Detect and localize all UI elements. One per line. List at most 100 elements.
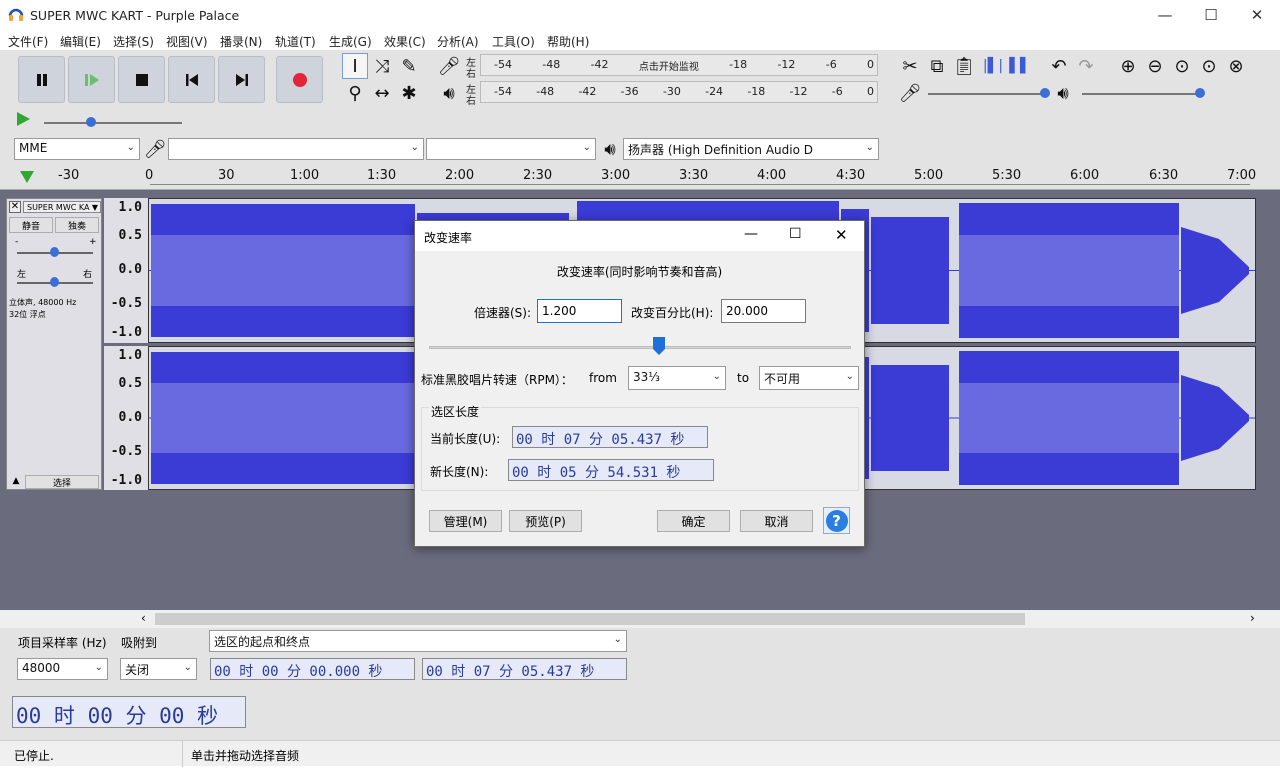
envelope-tool-icon[interactable]: ⤨	[369, 53, 395, 79]
chevron-down-icon: ⌄	[712, 371, 721, 382]
fit-project-icon[interactable]: ⊙	[1196, 53, 1222, 79]
ok-button[interactable]: 确定	[657, 510, 730, 532]
status-right: 单击并拖动选择音频	[191, 749, 300, 763]
manage-button[interactable]: 管理(M)	[429, 510, 502, 532]
timeline-ruler[interactable]: -30 0 30 1:00 1:30 2:00 2:30 3:00 3:30 4…	[0, 166, 1280, 190]
dialog-maximize-button[interactable]: ☐	[789, 226, 802, 242]
playback-volume-slider[interactable]	[1082, 93, 1202, 95]
mute-button[interactable]: 静音	[9, 217, 53, 233]
close-button[interactable]: ✕	[1234, 0, 1280, 30]
scroll-thumb[interactable]	[155, 613, 1025, 625]
cut-icon[interactable]: ✂	[897, 53, 923, 79]
record-icon	[292, 72, 307, 87]
chevron-down-icon: ⌄	[410, 142, 419, 153]
scroll-left-icon[interactable]: ‹	[141, 611, 146, 625]
select-track-button[interactable]: 选择	[25, 475, 99, 489]
dialog-minimize-button[interactable]: —	[744, 226, 758, 242]
mic-icon[interactable]: 🎤︎	[436, 53, 462, 79]
record-volume-slider[interactable]	[928, 93, 1046, 95]
play-at-speed-button[interactable]	[14, 110, 32, 131]
menu-select[interactable]: 选择(S)	[113, 33, 154, 50]
menu-effect[interactable]: 效果(C)	[384, 33, 426, 50]
multi-tool-icon[interactable]: ✱	[396, 80, 422, 106]
pinned-play-head-icon[interactable]	[18, 169, 36, 188]
play-button[interactable]	[68, 56, 115, 103]
speed-slider-thumb[interactable]	[652, 337, 665, 355]
app-logo-icon	[8, 7, 24, 23]
collapse-track-icon[interactable]: ▲	[9, 476, 23, 488]
play-speed-thumb[interactable]	[86, 117, 96, 127]
selection-end-time[interactable]: 00 时 07 分 05.437 秒	[422, 658, 627, 680]
redo-icon[interactable]: ↷	[1073, 53, 1099, 79]
project-rate-select[interactable]: 48000 ⌄	[17, 658, 108, 680]
menu-transport[interactable]: 播录(N)	[220, 33, 262, 50]
zoom-toggle-icon[interactable]: ⊗	[1223, 53, 1249, 79]
pan-thumb[interactable]	[50, 277, 59, 287]
menu-analyze[interactable]: 分析(A)	[437, 33, 479, 50]
rpm-to-select[interactable]: 不可用 ⌄	[759, 366, 859, 390]
new-length-value[interactable]: 00 时 05 分 54.531 秒	[508, 459, 714, 481]
gain-thumb[interactable]	[50, 247, 59, 257]
zoom-out-icon[interactable]: ⊖	[1142, 53, 1168, 79]
solo-button[interactable]: 独奏	[55, 217, 99, 233]
skip-end-button[interactable]	[218, 56, 265, 103]
speed-slider[interactable]	[429, 346, 851, 349]
selection-mode-select[interactable]: 选区的起点和终点 ⌄	[209, 630, 627, 652]
menu-help[interactable]: 帮助(H)	[547, 33, 589, 50]
speaker-icon[interactable]: 🔊︎	[436, 80, 462, 106]
timeshift-tool-icon[interactable]: ↔	[369, 80, 395, 106]
paste-icon[interactable]: 📋︎	[951, 53, 977, 79]
preview-button[interactable]: 预览(P)	[509, 510, 582, 532]
multiplier-input[interactable]: 1.200	[537, 299, 622, 323]
snap-select[interactable]: 关闭 ⌄	[120, 658, 197, 680]
record-button[interactable]	[276, 56, 323, 103]
stop-button[interactable]	[118, 56, 165, 103]
selection-tool-icon[interactable]: I	[342, 53, 368, 79]
help-button[interactable]: ?	[823, 507, 850, 534]
silence-icon[interactable]: ▌▌	[1007, 53, 1033, 79]
audio-host-select[interactable]: MME ⌄	[14, 138, 140, 160]
selection-start-time[interactable]: 00 时 00 分 00.000 秒	[210, 658, 415, 680]
menu-tools[interactable]: 工具(O)	[492, 33, 535, 50]
skip-start-button[interactable]	[168, 56, 215, 103]
multiplier-label: 倍速器(S):	[474, 306, 532, 320]
record-volume-thumb[interactable]	[1040, 88, 1050, 98]
playback-meter[interactable]: 左 右 -54 -48 -42 -36 -30 -24 -18 -12 -6 0	[464, 81, 878, 107]
maximize-button[interactable]: ☐	[1188, 0, 1234, 30]
scroll-right-icon[interactable]: ›	[1250, 611, 1255, 625]
menu-generate[interactable]: 生成(G)	[329, 33, 372, 50]
pause-button[interactable]	[18, 56, 65, 103]
input-device-select[interactable]: ⌄	[168, 138, 424, 160]
menu-edit[interactable]: 编辑(E)	[60, 33, 101, 50]
menu-file[interactable]: 文件(F)	[8, 33, 48, 50]
minimize-button[interactable]: —	[1142, 0, 1188, 30]
record-meter[interactable]: 左 右 -54 -48 -42 点击开始监视 -18 -12 -6 0	[464, 54, 878, 80]
output-device-select[interactable]: 扬声器 (High Definition Audio D ⌄	[623, 138, 879, 160]
copy-icon[interactable]: ⧉	[924, 53, 950, 79]
chevron-down-icon: ⌄	[582, 142, 591, 153]
cancel-button[interactable]: 取消	[740, 510, 813, 532]
play-at-speed-icon	[17, 112, 30, 126]
fit-selection-icon[interactable]: ⊙	[1169, 53, 1195, 79]
audio-position-time[interactable]: 00 时 00 分 00 秒	[12, 696, 246, 728]
track-close-icon[interactable]: ✕	[9, 201, 21, 213]
track-name-menu[interactable]: SUPER MWC KA ▼	[23, 201, 101, 213]
track-control-panel[interactable]: ✕ SUPER MWC KA ▼ 静音 独奏 - + 左 右 立体声, 48000…	[6, 198, 102, 490]
draw-tool-icon[interactable]: ✎	[396, 53, 422, 79]
trim-icon[interactable]: |▌|	[980, 53, 1006, 79]
menu-view[interactable]: 视图(V)	[166, 33, 208, 50]
dialog-close-button[interactable]: ✕	[835, 226, 848, 244]
menu-tracks[interactable]: 轨道(T)	[275, 33, 316, 50]
zoom-in-icon[interactable]: ⊕	[1115, 53, 1141, 79]
horizontal-scrollbar[interactable]: ‹ ›	[0, 610, 1280, 628]
input-channels-select[interactable]: ⌄	[426, 138, 596, 160]
chevron-down-icon: ⌄	[126, 142, 135, 153]
status-bar: 已停止. 单击并拖动选择音频	[0, 740, 1280, 767]
play-speed-slider[interactable]	[44, 122, 182, 124]
zoom-tool-icon[interactable]: ⚲	[342, 80, 368, 106]
playback-volume-thumb[interactable]	[1195, 88, 1205, 98]
undo-icon[interactable]: ↶	[1046, 53, 1072, 79]
rpm-from-select[interactable]: 33⅓ ⌄	[628, 366, 726, 390]
chevron-down-icon: ⌄	[865, 142, 874, 153]
percent-input[interactable]: 20.000	[721, 299, 806, 323]
